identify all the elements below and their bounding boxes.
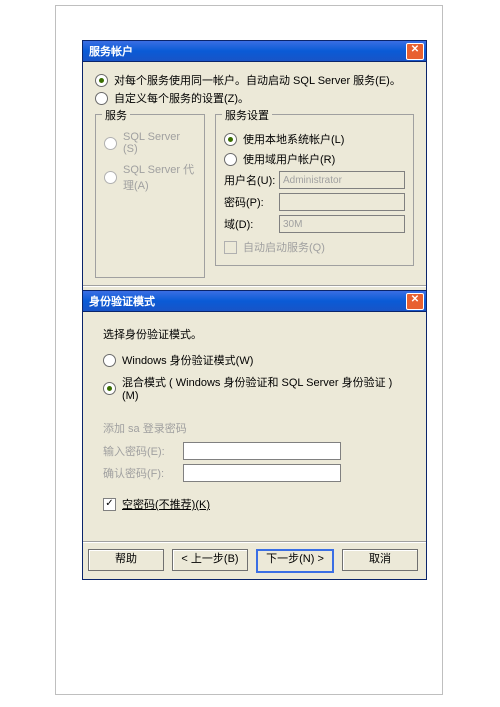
radio-icon [224,133,237,146]
opt-domain-label: 使用域用户帐户(R) [243,151,335,167]
checkbox-icon [103,498,116,511]
confirm-password-label: 确认密码(F): [103,465,183,481]
back-button[interactable]: < 上一步(B) [172,549,248,571]
radio-icon [104,137,117,150]
settings-legend: 服务设置 [222,107,272,123]
close-icon[interactable]: ✕ [406,293,424,310]
auth-heading: 选择身份验证模式。 [103,326,406,342]
checkbox-icon [224,241,237,254]
service-settings-group: 服务设置 使用本地系统帐户(L) 使用域用户帐户(R) 用户名(U): Admi… [215,114,414,266]
opt-customize[interactable]: 自定义每个服务的设置(Z)。 [95,90,414,106]
mixed-mode-label: 混合模式 ( Windows 身份验证和 SQL Server 身份验证 )(M… [122,374,406,402]
opt-domain-user[interactable]: 使用域用户帐户(R) [224,151,405,167]
svc-sql-label: SQL Server (S) [123,131,196,155]
cancel-button[interactable]: 取消 [342,549,418,571]
auth-mode-dialog: 身份验证模式 ✕ 选择身份验证模式。 Windows 身份验证模式(W) 混合模… [82,290,427,580]
radio-icon [103,382,116,395]
password-input [279,193,405,211]
sa-password-label: 添加 sa 登录密码 [103,420,406,436]
autostart-label: 自动启动服务(Q) [243,239,325,255]
titlebar[interactable]: 身份验证模式 ✕ [83,291,426,312]
dialog-body: 选择身份验证模式。 Windows 身份验证模式(W) 混合模式 ( Windo… [83,312,426,542]
username-input: Administrator [279,171,405,189]
opt-local-system[interactable]: 使用本地系统帐户(L) [224,131,405,147]
confirm-password-row: 确认密码(F): [103,464,406,482]
help-button[interactable]: 帮助 [88,549,164,571]
radio-icon [103,354,116,367]
close-icon[interactable]: ✕ [406,43,424,60]
chk-autostart: 自动启动服务(Q) [224,239,405,255]
radio-icon [224,153,237,166]
svc-agent-label: SQL Server 代理(A) [123,161,196,193]
chk-blank-password[interactable]: 空密码(不推荐)(K) [103,496,406,512]
opt-windows-auth[interactable]: Windows 身份验证模式(W) [103,352,406,368]
dialog-title: 服务帐户 [89,43,406,59]
radio-icon [104,171,117,184]
opt-local-label: 使用本地系统帐户(L) [243,131,344,147]
next-button[interactable]: 下一步(N) > [256,549,334,573]
enter-password-input[interactable] [183,442,341,460]
button-row: 帮助 < 上一步(B) 下一步(N) > 取消 [83,542,426,579]
titlebar[interactable]: 服务帐户 ✕ [83,41,426,62]
windows-auth-label: Windows 身份验证模式(W) [122,352,253,368]
service-account-dialog: 服务帐户 ✕ 对每个服务使用同一帐户。自动启动 SQL Server 服务(E)… [82,40,427,324]
services-legend: 服务 [102,107,130,123]
dialog-body: 对每个服务使用同一帐户。自动启动 SQL Server 服务(E)。 自定义每个… [83,62,426,286]
dialog-title: 身份验证模式 [89,293,406,309]
domain-input: 30M [279,215,405,233]
opt-same-account[interactable]: 对每个服务使用同一帐户。自动启动 SQL Server 服务(E)。 [95,72,414,88]
svc-agent: SQL Server 代理(A) [104,161,196,193]
blank-password-label: 空密码(不推荐)(K) [122,496,210,512]
enter-password-row: 输入密码(E): [103,442,406,460]
opt-same-label: 对每个服务使用同一帐户。自动启动 SQL Server 服务(E)。 [114,72,401,88]
confirm-password-input[interactable] [183,464,341,482]
svc-sqlserver: SQL Server (S) [104,131,196,155]
domain-label: 域(D): [224,216,279,232]
enter-password-label: 输入密码(E): [103,443,183,459]
password-label: 密码(P): [224,194,279,210]
services-group: 服务 SQL Server (S) SQL Server 代理(A) [95,114,205,278]
radio-icon [95,92,108,105]
username-label: 用户名(U): [224,172,279,188]
radio-icon [95,74,108,87]
opt-mixed-mode[interactable]: 混合模式 ( Windows 身份验证和 SQL Server 身份验证 )(M… [103,374,406,402]
opt-custom-label: 自定义每个服务的设置(Z)。 [114,90,249,106]
